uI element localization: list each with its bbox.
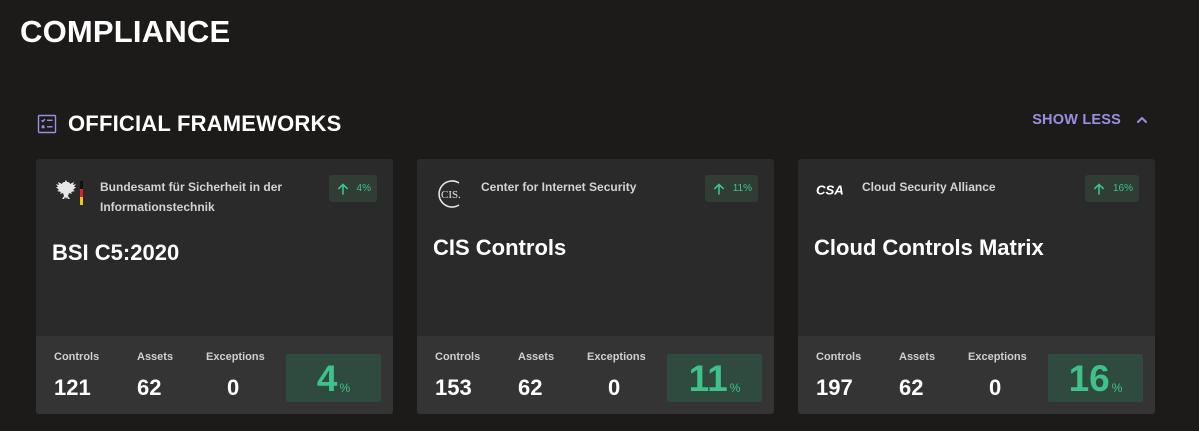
cis-logo: CIS. (435, 177, 467, 211)
score-value: 11 (688, 357, 728, 399)
provider-name: Bundesamt für Sicherheit in der Informat… (100, 180, 283, 214)
delta-badge: 16% (1084, 175, 1139, 202)
stat-exceptions: Exceptions 0 (587, 351, 646, 401)
svg-text:CSA: CSA (816, 183, 844, 197)
delta-value: 4% (356, 183, 371, 194)
show-less-button[interactable]: SHOW LESS (1032, 110, 1149, 130)
csa-logo: CSA (816, 181, 848, 215)
stat-exceptions: Exceptions 0 (206, 351, 265, 401)
stat-label: Assets (137, 351, 174, 363)
chevron-up-icon (1135, 113, 1149, 127)
stat-value: 62 (518, 375, 543, 400)
stat-assets: Assets 62 (518, 351, 554, 401)
framework-card-bsi[interactable]: Bundesamt für Sicherheit in der Informat… (36, 159, 393, 414)
stat-label: Controls (54, 351, 100, 363)
stat-value: 62 (899, 375, 924, 400)
arrow-up-icon (713, 182, 725, 195)
score-unit: % (339, 381, 351, 395)
stat-assets: Assets 62 (137, 351, 173, 401)
stat-label: Controls (435, 351, 481, 363)
delta-value: 16% (1112, 183, 1133, 194)
score-value: 4 (316, 357, 338, 399)
delta-value: 11% (732, 183, 752, 194)
framework-card-csa[interactable]: CSA Cloud Security Alliance 16% Cloud Co… (798, 159, 1155, 414)
stat-label: Exceptions (587, 351, 646, 363)
stat-value: 121 (54, 375, 91, 400)
stat-label: Controls (816, 351, 862, 363)
stat-label: Assets (518, 351, 555, 363)
compliance-score: 11 % (667, 354, 762, 402)
framework-name: CIS Controls (433, 235, 567, 260)
compliance-score: 16 % (1048, 354, 1143, 402)
stat-value: 197 (816, 375, 853, 400)
svg-text:CIS.: CIS. (441, 189, 461, 201)
score-unit: % (1111, 381, 1123, 395)
checklist-icon (37, 114, 57, 134)
stat-label: Exceptions (206, 351, 265, 363)
stat-controls: Controls 197 (816, 351, 861, 401)
stat-label: Assets (899, 351, 936, 363)
framework-card-cis[interactable]: CIS. Center for Internet Security 11% CI… (417, 159, 774, 414)
provider-name: Center for Internet Security (481, 180, 637, 194)
stat-value: 0 (989, 375, 1002, 400)
stat-assets: Assets 62 (899, 351, 935, 401)
stat-exceptions: Exceptions 0 (968, 351, 1027, 401)
card-stats: Controls 197 Assets 62 Exceptions 0 16 % (798, 336, 1155, 414)
arrow-up-icon (1093, 182, 1105, 195)
show-less-label: SHOW LESS (1032, 112, 1121, 128)
stat-label: Exceptions (968, 351, 1027, 363)
german-eagle-logo (54, 177, 86, 211)
score-unit: % (729, 381, 741, 395)
stat-value: 0 (227, 375, 240, 400)
arrow-up-icon (337, 182, 349, 195)
stat-controls: Controls 153 (435, 351, 480, 401)
section-title: OFFICIAL FRAMEWORKS (68, 111, 342, 136)
delta-badge: 4% (328, 175, 377, 202)
stat-value: 0 (608, 375, 621, 400)
section-header: OFFICIAL FRAMEWORKS SHOW LESS (37, 110, 1157, 138)
stat-value: 62 (137, 375, 162, 400)
page-title: COMPLIANCE (20, 14, 231, 49)
stat-value: 153 (435, 375, 472, 400)
score-value: 16 (1068, 357, 1110, 399)
provider-name: Cloud Security Alliance (862, 180, 996, 194)
stat-controls: Controls 121 (54, 351, 99, 401)
delta-badge: 11% (704, 175, 758, 202)
compliance-score: 4 % (286, 354, 381, 402)
card-stats: Controls 121 Assets 62 Exceptions 0 4 % (36, 336, 393, 414)
framework-name: BSI C5:2020 (52, 240, 180, 265)
framework-name: Cloud Controls Matrix (814, 235, 1044, 260)
card-stats: Controls 153 Assets 62 Exceptions 0 11 % (417, 336, 774, 414)
